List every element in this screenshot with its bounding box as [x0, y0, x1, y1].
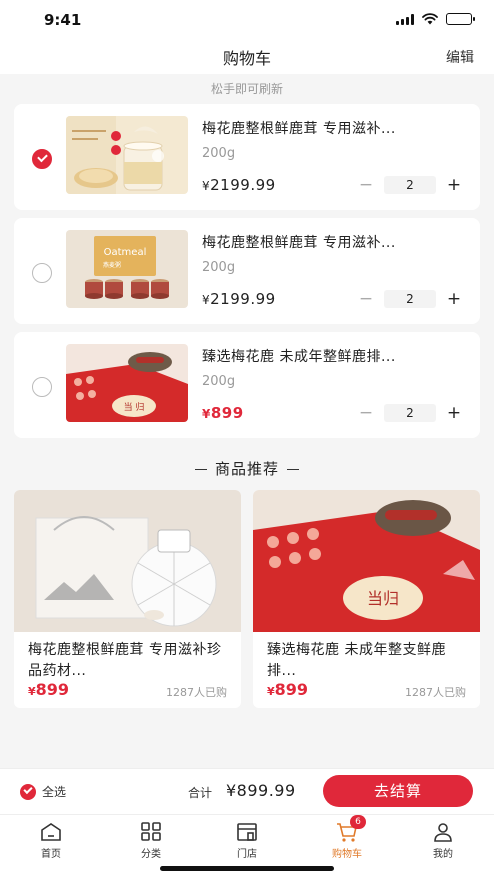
item-title[interactable]: 梅花鹿整根鲜鹿茸 专用滋补...: [202, 232, 470, 252]
product-image[interactable]: [14, 490, 241, 632]
divider: [194, 468, 207, 471]
divider: [287, 468, 299, 471]
product-image[interactable]: 当 归: [66, 344, 188, 422]
item-price: ¥2199.99: [202, 176, 276, 194]
quantity-stepper: − 2 +: [356, 404, 464, 422]
tab-label: 首页: [41, 849, 61, 860]
total-value: ¥899.99: [226, 781, 296, 800]
increase-button[interactable]: +: [444, 176, 464, 194]
price-value: 2199.99: [210, 176, 276, 194]
cart-badge: 6: [350, 815, 366, 829]
tab-label: 我的: [433, 849, 453, 860]
tab-label: 门店: [237, 849, 257, 860]
nav-bar: 购物车 编辑: [0, 40, 494, 74]
item-price: ¥2199.99: [202, 290, 276, 308]
item-checkbox[interactable]: [32, 377, 52, 397]
recommend-item-price: ¥899: [267, 680, 308, 699]
product-image[interactable]: [66, 116, 188, 194]
item-spec: 200g: [202, 146, 236, 161]
price-value: 2199.99: [210, 290, 276, 308]
recommend-card[interactable]: 梅花鹿整根鲜鹿茸 专用滋补珍品药材... ¥899 1287人已购: [14, 490, 241, 708]
decrease-button[interactable]: −: [356, 290, 376, 308]
total-label: 合计: [188, 786, 213, 800]
increase-button[interactable]: +: [444, 290, 464, 308]
recommend-item-price: ¥899: [28, 680, 69, 699]
tab-cart[interactable]: 6 购物车: [317, 815, 377, 860]
select-all-checkbox[interactable]: [20, 784, 36, 800]
recommend-item-title[interactable]: 梅花鹿整根鲜鹿茸 专用滋补珍品药材...: [28, 640, 233, 682]
recommend-header: 商品推荐: [0, 458, 494, 479]
quantity-value[interactable]: 2: [384, 290, 436, 308]
tab-home[interactable]: 首页: [21, 821, 81, 860]
product-image[interactable]: 当归: [253, 490, 480, 632]
select-all-label[interactable]: 全选: [42, 783, 66, 800]
refresh-hint: 松手即可刷新: [210, 82, 283, 96]
sold-count: 1287人已购: [405, 686, 466, 699]
cart-item[interactable]: Oatmeal 燕麦粥 梅花鹿整根鲜鹿茸 专用滋补... 200g ¥2199.…: [14, 218, 480, 324]
decrease-button[interactable]: −: [356, 404, 376, 422]
status-time: 9:41: [44, 11, 82, 29]
user-icon: [434, 823, 452, 842]
quantity-value[interactable]: 2: [384, 404, 436, 422]
quantity-stepper: − 2 +: [356, 290, 464, 308]
quantity-value[interactable]: 2: [384, 176, 436, 194]
item-spec: 200g: [202, 260, 236, 275]
cart-item[interactable]: 梅花鹿整根鲜鹿茸 专用滋补... 200g ¥2199.99 − 2 +: [14, 104, 480, 210]
grid-icon: [141, 822, 161, 841]
recommend-title: 商品推荐: [214, 460, 279, 478]
currency-symbol: ¥: [202, 407, 211, 421]
cart-item[interactable]: 当 归 臻选梅花鹿 未成年整鲜鹿排... 200g ¥899 − 2 +: [14, 332, 480, 438]
item-title[interactable]: 臻选梅花鹿 未成年整鲜鹿排...: [202, 346, 470, 366]
checkout-bar: 全选 合计 ¥899.99 去结算: [0, 768, 494, 814]
price-value: 899: [210, 404, 244, 422]
svg-text:当 归: 当 归: [124, 401, 145, 413]
image-caption: 燕麦粥: [103, 261, 121, 269]
status-icons: [396, 13, 475, 25]
recommend-item-title[interactable]: 臻选梅花鹿 未成年整支鲜鹿排...: [267, 640, 472, 682]
currency-symbol: ¥: [202, 293, 211, 307]
tab-label: 分类: [141, 849, 161, 860]
svg-text:当归: 当归: [367, 589, 399, 608]
item-checkbox[interactable]: [32, 149, 52, 169]
tab-store[interactable]: 门店: [217, 821, 277, 860]
edit-button[interactable]: 编辑: [446, 47, 474, 67]
item-spec: 200g: [202, 374, 236, 389]
item-checkbox[interactable]: [32, 263, 52, 283]
home-indicator: [160, 866, 334, 871]
store-icon: [237, 823, 257, 841]
currency-symbol: ¥: [28, 685, 36, 698]
checkout-button[interactable]: 去结算: [323, 775, 473, 807]
currency-symbol: ¥: [202, 179, 211, 193]
decrease-button[interactable]: −: [356, 176, 376, 194]
price-value: 899: [274, 680, 309, 699]
tab-label: 购物车: [332, 849, 362, 860]
currency-symbol: ¥: [267, 685, 275, 698]
home-icon: [41, 823, 61, 841]
product-image[interactable]: Oatmeal 燕麦粥: [66, 230, 188, 308]
wifi-icon: [422, 13, 438, 25]
battery-icon: [446, 13, 475, 25]
tab-profile[interactable]: 我的: [413, 821, 473, 860]
tab-category[interactable]: 分类: [121, 821, 181, 860]
price-value: 899: [35, 680, 70, 699]
page-title: 购物车: [222, 49, 271, 68]
quantity-stepper: − 2 +: [356, 176, 464, 194]
recommend-card[interactable]: 当归 臻选梅花鹿 未成年整支鲜鹿排... ¥899 1287人已购: [253, 490, 480, 708]
increase-button[interactable]: +: [444, 404, 464, 422]
image-caption: Oatmeal: [104, 247, 147, 258]
status-bar: 9:41: [0, 0, 494, 40]
sold-count: 1287人已购: [166, 686, 227, 699]
item-title[interactable]: 梅花鹿整根鲜鹿茸 专用滋补...: [202, 118, 470, 138]
item-price: ¥899: [202, 404, 244, 422]
signal-icon: [396, 13, 414, 25]
